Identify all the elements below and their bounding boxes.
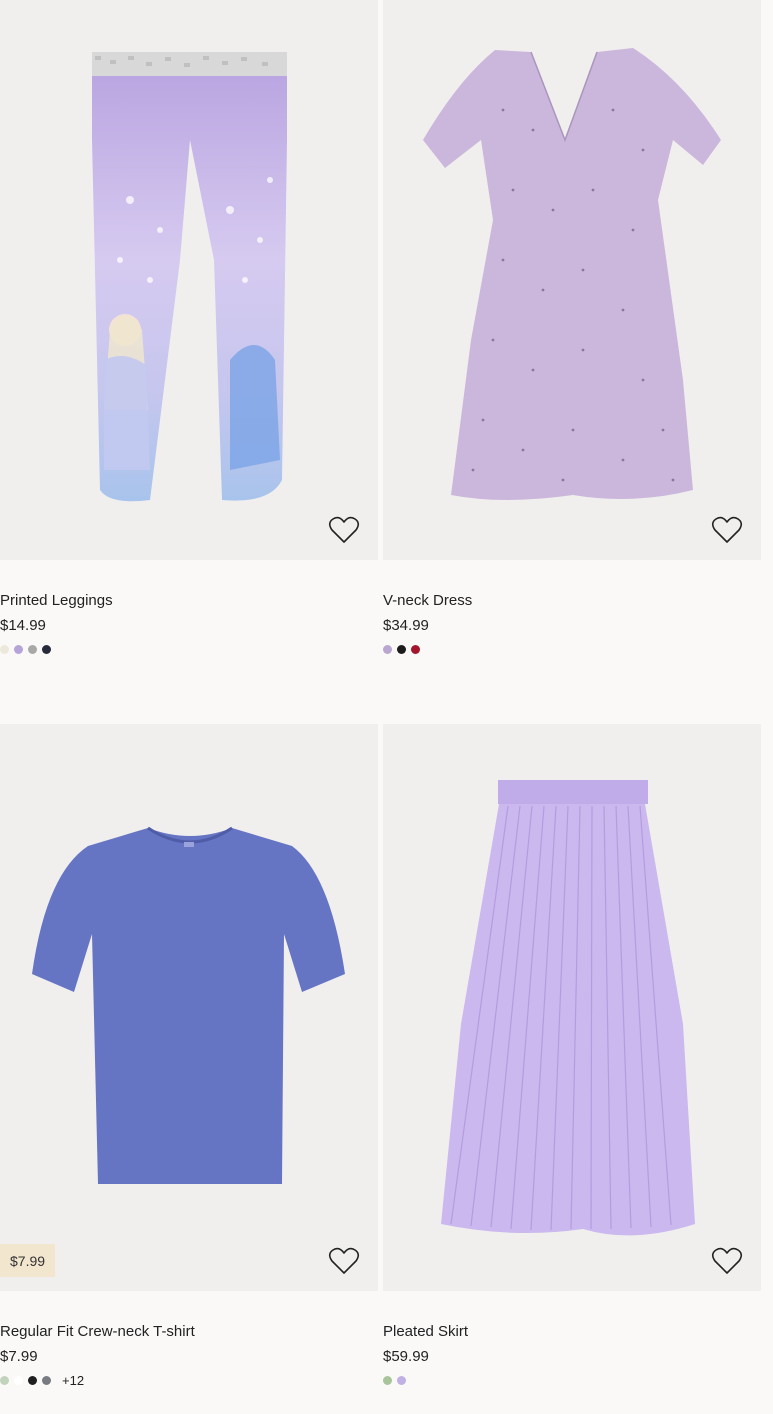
product-price: $59.99 xyxy=(383,1348,429,1365)
more-colors-count[interactable]: +12 xyxy=(62,1373,84,1388)
color-swatch[interactable] xyxy=(28,1375,37,1385)
heart-icon[interactable] xyxy=(328,1245,360,1277)
product-card[interactable]: Printed Leggings $14.99 xyxy=(0,0,378,655)
skirt-image xyxy=(441,780,695,1236)
leggings-image xyxy=(92,52,287,502)
color-swatch[interactable] xyxy=(383,644,392,654)
dress-image xyxy=(423,48,721,500)
product-card[interactable]: Pleated Skirt $59.99 xyxy=(383,724,761,1386)
product-card[interactable]: $7.99 Regular Fit Crew-neck T-shirt $7.9… xyxy=(0,724,378,1388)
product-name[interactable]: V-neck Dress xyxy=(383,591,761,611)
color-swatches xyxy=(383,643,761,655)
product-image-tshirt[interactable]: $7.99 xyxy=(0,724,378,1291)
color-swatches: +12 xyxy=(0,1373,378,1388)
heart-icon[interactable] xyxy=(711,1245,743,1277)
color-swatch[interactable] xyxy=(383,1375,392,1385)
color-swatch[interactable] xyxy=(397,1375,406,1385)
color-swatch[interactable] xyxy=(397,644,406,654)
product-price: $7.99 xyxy=(0,1348,38,1365)
color-swatch[interactable] xyxy=(42,644,51,654)
color-swatch[interactable] xyxy=(0,1375,9,1385)
product-name[interactable]: Printed Leggings xyxy=(0,591,378,611)
product-image-dress[interactable] xyxy=(383,0,761,560)
tshirt-image xyxy=(32,826,345,1184)
product-image-skirt[interactable] xyxy=(383,724,761,1291)
color-swatches xyxy=(383,1374,761,1386)
color-swatch[interactable] xyxy=(411,644,420,654)
color-swatches xyxy=(0,643,378,655)
product-price: $14.99 xyxy=(0,617,46,634)
price-badge: $7.99 xyxy=(0,1244,56,1277)
heart-icon[interactable] xyxy=(711,514,743,546)
heart-icon[interactable] xyxy=(328,514,360,546)
color-swatch[interactable] xyxy=(14,1375,23,1385)
color-swatch[interactable] xyxy=(28,644,37,654)
product-card[interactable]: V-neck Dress $34.99 xyxy=(383,0,761,655)
product-name[interactable]: Pleated Skirt xyxy=(383,1322,761,1342)
color-swatch[interactable] xyxy=(14,644,23,654)
product-price: $34.99 xyxy=(383,617,429,634)
product-image-leggings[interactable] xyxy=(0,0,378,560)
color-swatch[interactable] xyxy=(42,1375,51,1385)
product-name[interactable]: Regular Fit Crew-neck T-shirt xyxy=(0,1322,378,1342)
color-swatch[interactable] xyxy=(0,644,9,654)
